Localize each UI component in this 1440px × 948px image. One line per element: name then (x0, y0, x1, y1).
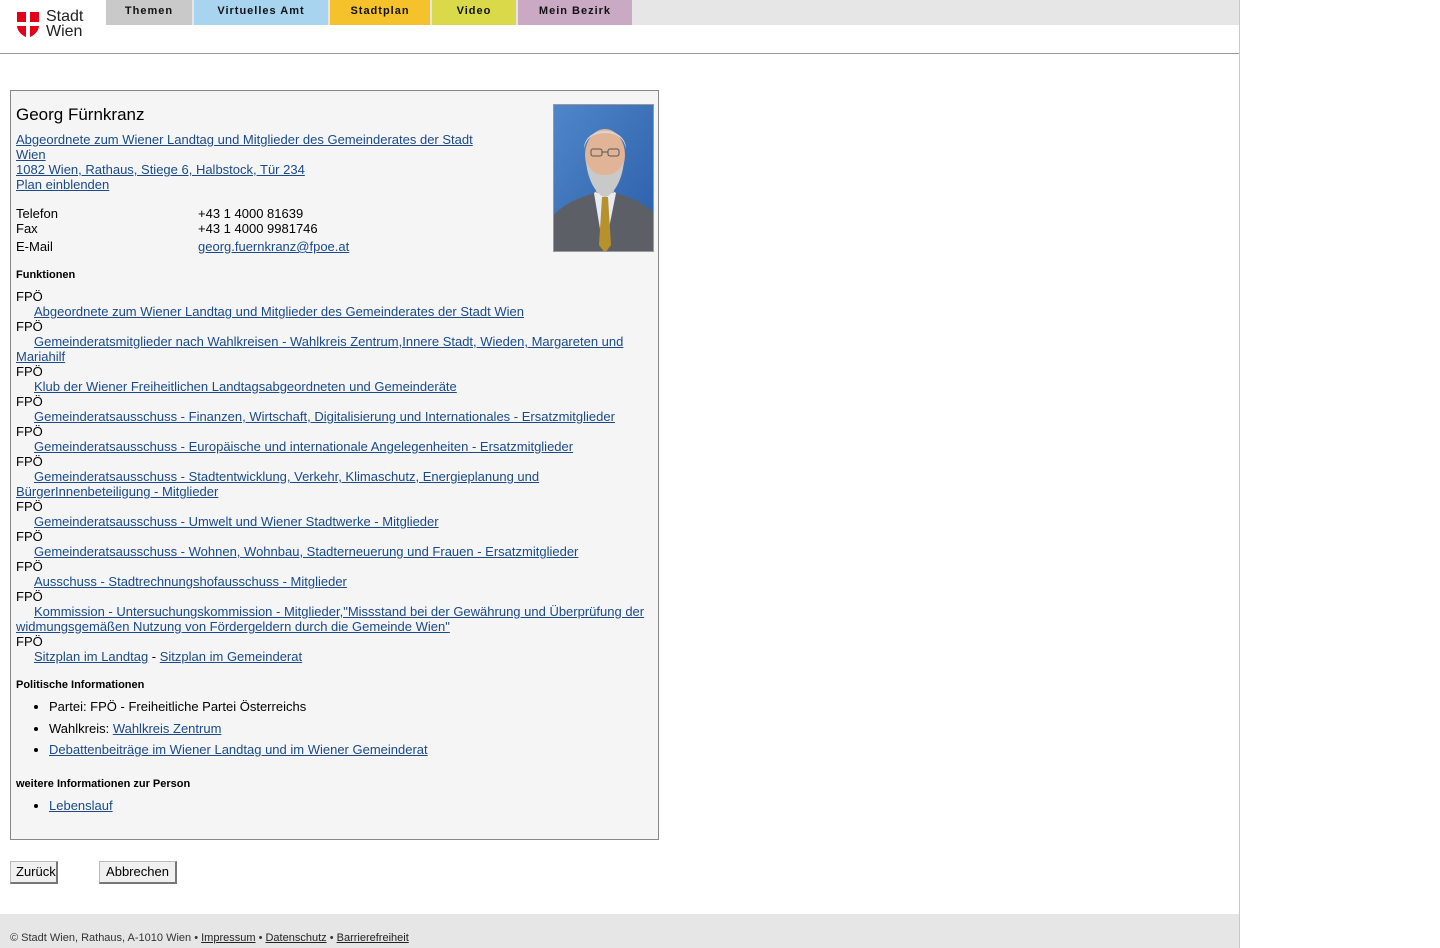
function-link[interactable]: Gemeinderatsausschuss - Europäische und … (34, 439, 573, 454)
party-text: Partei: FPÖ - Freiheitliche Partei Öster… (49, 699, 307, 714)
function-party: FPÖ (16, 529, 43, 544)
more-info-list: Lebenslauf (16, 798, 113, 813)
district-label: Wahlkreis: (49, 720, 113, 736)
function-party: FPÖ (16, 364, 43, 379)
datenschutz-link[interactable]: Datenschutz (265, 932, 326, 944)
function-party: FPÖ (16, 499, 43, 514)
person-name: Georg Fürnkranz (16, 105, 145, 124)
function-link[interactable]: Ausschuss - Stadtrechnungshofausschuss -… (34, 574, 347, 589)
portrait-image (554, 105, 653, 251)
function-link[interactable]: Gemeinderatsausschuss - Wohnen, Wohnbau,… (34, 544, 578, 559)
email-row: E-Mail georg.fuernkranz@fpoe.at (16, 239, 349, 254)
seating-item: FPÖ Sitzplan im Landtag - Sitzplan im Ge… (16, 634, 651, 664)
functions-list: FPÖ Abgeordnete zum Wiener Landtag und M… (16, 289, 651, 664)
function-item: FPÖ Gemeinderatsausschuss - Stadtentwick… (16, 454, 651, 499)
seat-plan-separator: - (148, 649, 160, 664)
role-link[interactable]: Abgeordnete zum Wiener Landtag und Mitgl… (16, 132, 496, 162)
tab-themen[interactable]: Themen (106, 0, 192, 25)
cancel-button[interactable]: Abbrechen (99, 861, 177, 884)
function-item: FPÖ Klub der Wiener Freiheitlichen Landt… (16, 364, 651, 394)
phone-label: Telefon (16, 206, 58, 221)
district-info: Wahlkreis: Wahlkreis Zentrum (49, 721, 428, 736)
debates-link[interactable]: Debattenbeiträge im Wiener Landtag und i… (49, 742, 428, 757)
debates-info: Debattenbeiträge im Wiener Landtag und i… (49, 742, 428, 757)
fax-label: Fax (16, 221, 38, 236)
person-photo (553, 104, 654, 252)
person-card: Georg Fürnkranz Abgeordnete zum Wiener L… (10, 90, 659, 840)
footer-separator: • (191, 932, 202, 944)
political-list: Partei: FPÖ - Freiheitliche Partei Öster… (16, 699, 428, 764)
cv-item: Lebenslauf (49, 798, 113, 813)
footer-separator: • (255, 932, 266, 944)
footer-separator: • (326, 932, 337, 944)
main-nav: Themen Virtuelles Amt Stadtplan Video Me… (106, 0, 634, 25)
logo-text: Stadt Wien (46, 8, 84, 40)
function-item: FPÖ Gemeinderatsmitglieder nach Wahlkrei… (16, 319, 651, 364)
email-link[interactable]: georg.fuernkranz@fpoe.at (198, 239, 349, 254)
fax-value: +43 1 4000 9981746 (198, 221, 318, 236)
show-map-link[interactable]: Plan einblenden (16, 177, 496, 192)
vienna-shield-icon (17, 12, 39, 38)
tab-mein-bezirk[interactable]: Mein Bezirk (518, 0, 632, 25)
footer-copyright: © Stadt Wien, Rathaus, A-1010 Wien (10, 932, 192, 944)
tab-video[interactable]: Video (432, 0, 516, 25)
function-party: FPÖ (16, 424, 43, 439)
function-party: FPÖ (16, 289, 43, 304)
function-item: FPÖ Ausschuss - Stadtrechnungshofausschu… (16, 559, 651, 589)
barrierefreiheit-link[interactable]: Barrierefreiheit (337, 932, 409, 944)
impressum-link[interactable]: Impressum (201, 932, 255, 944)
logo-line-1: Stadt (46, 8, 84, 25)
function-item: FPÖ Gemeinderatsausschuss - Finanzen, Wi… (16, 394, 651, 424)
tab-stadtplan[interactable]: Stadtplan (330, 0, 430, 25)
stadt-wien-logo[interactable]: Stadt Wien (16, 9, 106, 45)
address-link[interactable]: 1082 Wien, Rathaus, Stiege 6, Halbstock,… (16, 162, 496, 177)
seat-plan-gemeinderat-link[interactable]: Sitzplan im Gemeinderat (160, 649, 302, 664)
phone-row: Telefon +43 1 4000 81639 (16, 206, 349, 221)
function-item: FPÖ Gemeinderatsausschuss - Wohnen, Wohn… (16, 529, 651, 559)
fax-row: Fax +43 1 4000 9981746 (16, 221, 349, 236)
page: Stadt Wien Themen Virtuelles Amt Stadtpl… (0, 0, 1240, 948)
functions-heading: Funktionen (16, 269, 76, 281)
function-party: FPÖ (16, 454, 43, 469)
function-item: FPÖ Gemeinderatsausschuss - Umwelt und W… (16, 499, 651, 529)
function-link[interactable]: Gemeinderatsmitglieder nach Wahlkreisen … (16, 334, 623, 364)
function-link[interactable]: Gemeinderatsausschuss - Finanzen, Wirtsc… (34, 409, 615, 424)
header: Stadt Wien Themen Virtuelles Amt Stadtpl… (0, 0, 1239, 54)
political-heading: Politische Informationen (16, 679, 145, 691)
function-link[interactable]: Gemeinderatsausschuss - Stadtentwicklung… (16, 469, 539, 499)
footer: © Stadt Wien, Rathaus, A-1010 Wien • Imp… (0, 914, 1239, 948)
function-item: FPÖ Abgeordnete zum Wiener Landtag und M… (16, 289, 651, 319)
tab-virtuelles-amt[interactable]: Virtuelles Amt (194, 0, 328, 25)
function-link[interactable]: Gemeinderatsausschuss - Umwelt und Wiene… (34, 514, 439, 529)
function-party: FPÖ (16, 559, 43, 574)
contact-block: Telefon +43 1 4000 81639 Fax +43 1 4000 … (16, 206, 349, 254)
seating-party: FPÖ (16, 634, 43, 649)
function-party: FPÖ (16, 394, 43, 409)
more-info-heading: weitere Informationen zur Person (16, 778, 191, 790)
party-info: Partei: FPÖ - Freiheitliche Partei Öster… (49, 699, 428, 714)
back-button[interactable]: Zurück (10, 861, 58, 884)
function-party: FPÖ (16, 589, 43, 604)
logo-line-2: Wien (46, 23, 83, 40)
address-block: Abgeordnete zum Wiener Landtag und Mitgl… (16, 132, 496, 192)
seat-plan-landtag-link[interactable]: Sitzplan im Landtag (34, 649, 148, 664)
function-item: FPÖ Gemeinderatsausschuss - Europäische … (16, 424, 651, 454)
function-item: FPÖ Kommission - Untersuchungskommission… (16, 589, 651, 634)
function-link[interactable]: Abgeordnete zum Wiener Landtag und Mitgl… (34, 304, 524, 319)
function-link[interactable]: Klub der Wiener Freiheitlichen Landtagsa… (34, 379, 457, 394)
district-link[interactable]: Wahlkreis Zentrum (113, 721, 222, 736)
function-party: FPÖ (16, 319, 43, 334)
cv-link[interactable]: Lebenslauf (49, 798, 113, 813)
email-label: E-Mail (16, 239, 53, 254)
phone-value: +43 1 4000 81639 (198, 206, 304, 221)
function-link[interactable]: Kommission - Untersuchungskommission - M… (16, 604, 644, 634)
